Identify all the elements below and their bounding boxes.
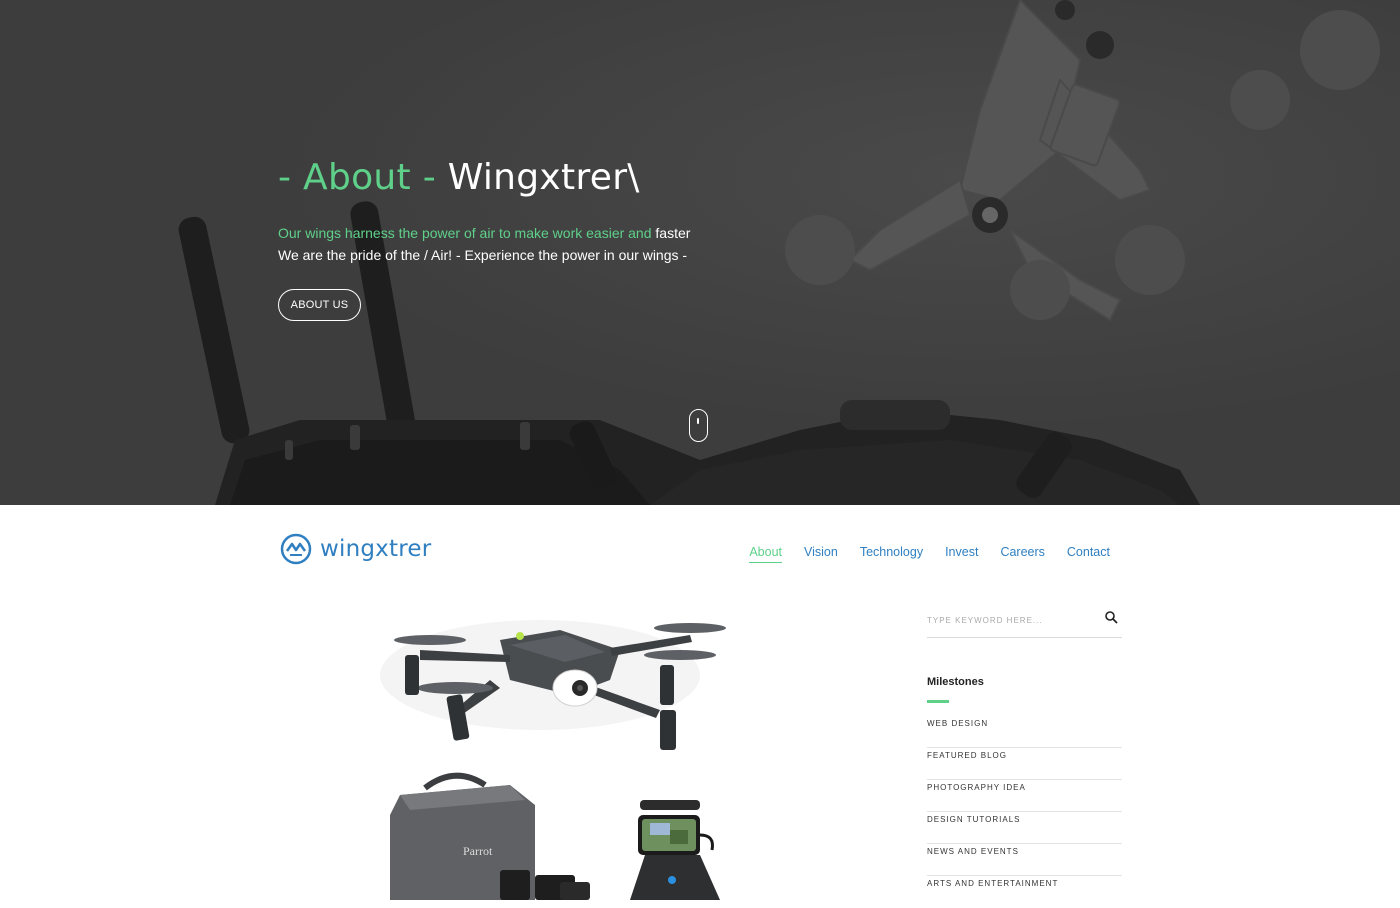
drone-illustration [380,620,726,750]
nav-link-vision[interactable]: Vision [804,545,838,563]
milestone-item-web-design[interactable]: WEB DESIGN [927,716,1122,748]
sidebar: Milestones WEB DESIGN FEATURED BLOG PHOT… [927,600,1122,908]
hero-title-prefix: - About - [278,157,437,198]
search-box [927,606,1122,638]
hero-banner: - About - Wingxtrer\ Our wings harness t… [0,0,1400,505]
milestone-item-photography-idea[interactable]: PHOTOGRAPHY IDEA [927,780,1122,812]
search-icon[interactable] [1104,610,1118,624]
nav-link-invest[interactable]: Invest [945,545,978,563]
search-input[interactable] [927,610,1097,630]
carry-bag-illustration: Parrot [390,772,590,900]
milestone-item-arts-and-entertainment[interactable]: ARTS AND ENTERTAINMENT [927,876,1122,908]
about-us-button[interactable]: ABOUT US [278,289,361,321]
nav-link-careers[interactable]: Careers [1000,545,1044,563]
hero-line1-accent: Our wings harness the power of air to ma… [278,225,652,241]
milestones-list: WEB DESIGN FEATURED BLOG PHOTOGRAPHY IDE… [927,716,1122,908]
milestone-item-featured-blog[interactable]: FEATURED BLOG [927,748,1122,780]
nav-link-contact[interactable]: Contact [1067,545,1110,563]
brand-name: wingxtrer [320,536,432,562]
nav-link-technology[interactable]: Technology [860,545,923,563]
main-navbar: wingxtrer About Vision Technology Invest… [0,505,1400,600]
product-image: Parrot [380,620,726,900]
scroll-down-icon[interactable] [689,409,708,442]
milestone-item-design-tutorials[interactable]: DESIGN TUTORIALS [927,812,1122,844]
remote-controller-illustration [630,800,720,900]
hero-line2: We are the pride of the / Air! - Experie… [278,247,688,263]
milestone-item-news-and-events[interactable]: NEWS AND EVENTS [927,844,1122,876]
bag-brand-label: Parrot [463,844,493,858]
primary-nav: About Vision Technology Invest Careers C… [727,545,1110,563]
brand-logo[interactable]: wingxtrer [280,533,431,565]
hero-title: - About - Wingxtrer\ [278,150,798,206]
nav-link-about[interactable]: About [749,545,782,563]
milestones-title: Milestones [927,676,984,688]
scroll-wheel-icon [697,418,699,424]
wingxtrer-logo-icon [280,533,312,565]
hero-subtitle: Our wings harness the power of air to ma… [278,222,798,266]
title-underline-divider [927,700,949,703]
hero-title-main: Wingxtrer\ [436,157,640,198]
hero-content: - About - Wingxtrer\ Our wings harness t… [278,150,798,266]
hero-line1-rest: faster [651,225,691,241]
